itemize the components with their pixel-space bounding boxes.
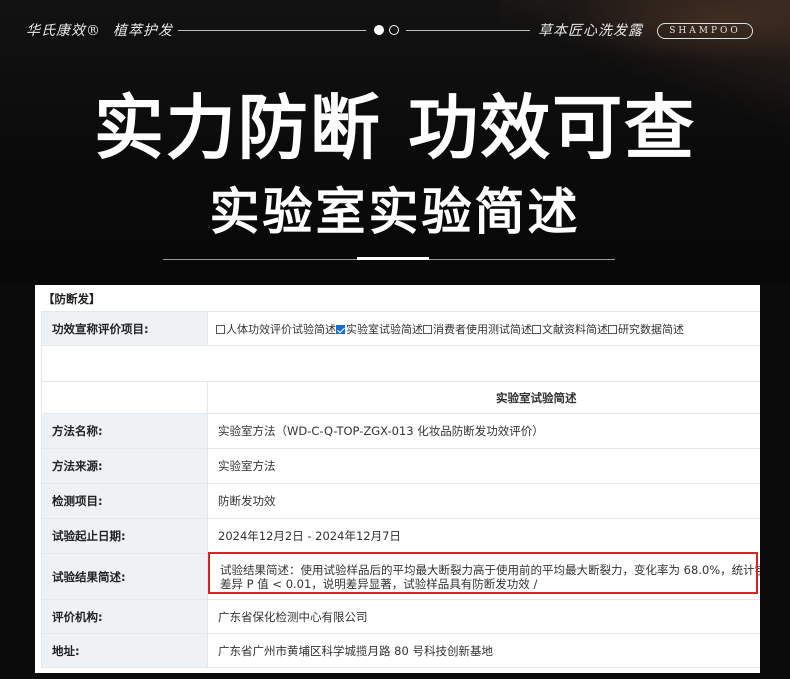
- checkbox-unchecked-icon[interactable]: [532, 324, 541, 334]
- spacer-cell: [41, 345, 760, 382]
- claim-label: 功效宣称评价项目:: [41, 311, 208, 346]
- table-row-section: 实验室试验简述: [41, 381, 760, 414]
- table-row: 方法名称: 实验室方法（WD-C-Q-TOP-ZGX-013 化妆品防断发功效评…: [41, 413, 760, 449]
- claim-option-3[interactable]: 文献资料简述: [532, 323, 608, 336]
- top-rule-right: [406, 30, 530, 31]
- claim-option-label: 文献资料简述: [542, 322, 608, 336]
- checkbox-unchecked-icon[interactable]: [423, 324, 432, 334]
- table-row: 评价机构: 广东省保化检测中心有限公司: [41, 599, 760, 634]
- report-title: 【防断发】: [43, 292, 101, 306]
- row-value-method: 实验室方法（WD-C-Q-TOP-ZGX-013 化妆品防断发功效评价）: [207, 413, 760, 449]
- row-label-dates: 试验起止日期:: [41, 518, 208, 554]
- claim-option-1[interactable]: 实验室试验简述: [336, 323, 423, 336]
- table-row: 地址: 广东省广州市黄埔区科学城揽月路 80 号科技创新基地: [41, 633, 760, 668]
- row-value-org: 广东省保化检测中心有限公司: [207, 599, 760, 634]
- checkbox-checked-icon[interactable]: [336, 324, 345, 334]
- shampoo-badge: SHAMPOO: [657, 23, 753, 39]
- row-label-address: 地址:: [41, 633, 208, 668]
- row-value-address: 广东省广州市黄埔区科学城揽月路 80 号科技创新基地: [207, 633, 760, 668]
- row-value-source: 实验室方法: [207, 448, 760, 484]
- page-headline: 实力防断 功效可查: [93, 86, 697, 169]
- row-value-item: 防断发功效: [207, 483, 760, 519]
- section-title: 实验室试验简述: [207, 381, 760, 414]
- checkbox-unchecked-icon[interactable]: [216, 324, 225, 334]
- row-label-result: 试验结果简述:: [41, 553, 208, 600]
- pager-dot-inactive-icon[interactable]: [389, 25, 399, 35]
- claim-option-label: 消费者使用测试简述: [433, 322, 532, 336]
- brand-right: 草本匠心洗发露: [538, 23, 643, 39]
- row-label-method: 方法名称:: [41, 413, 208, 449]
- claim-option-label: 人体功效评价试验简述: [226, 322, 336, 336]
- row-label-org: 评价机构:: [41, 599, 208, 634]
- section-left-cell: [41, 381, 208, 414]
- table-row: 检测项目: 防断发功效: [41, 483, 760, 519]
- result-highlight-box: [208, 552, 758, 594]
- brand-left: 华氏康效® 植萃护发: [26, 20, 173, 40]
- table-row-spacer: [41, 345, 760, 382]
- brand-left-name: 华氏康效®: [26, 23, 101, 39]
- headline-divider-accent: [357, 257, 429, 260]
- claim-option-4[interactable]: 研究数据简述: [608, 323, 684, 336]
- claim-option-0[interactable]: 人体功效评价试验简述: [216, 323, 336, 336]
- table-row: 方法来源: 实验室方法: [41, 448, 760, 484]
- claim-options: 人体功效评价试验简述 实验室试验简述 消费者使用测试简述 文献资料简述 研究数据简述: [207, 311, 760, 346]
- claim-option-2[interactable]: 消费者使用测试简述: [423, 323, 532, 336]
- page-subheadline: 实验室实验简述: [209, 182, 581, 241]
- pager-dot-active-icon[interactable]: [374, 25, 384, 35]
- claim-option-label: 研究数据简述: [618, 322, 684, 336]
- row-label-source: 方法来源:: [41, 448, 208, 484]
- checkbox-unchecked-icon[interactable]: [608, 324, 617, 334]
- hero-banner: 华氏康效® 植萃护发 草本匠心洗发露 SHAMPOO 实力防断 功效可查 实验室实…: [0, 0, 790, 285]
- table-row: 试验起止日期: 2024年12月2日 - 2024年12月7日: [41, 518, 760, 554]
- brand-left-tag: 植萃护发: [113, 23, 173, 39]
- report-document: 【防断发】 功效宣称评价项目: 人体功效评价试验简述 实验室试验简述 消费者使用测试…: [35, 285, 760, 673]
- report-table: 功效宣称评价项目: 人体功效评价试验简述 实验室试验简述 消费者使用测试简述 文献资料…: [41, 311, 760, 668]
- row-value-dates: 2024年12月2日 - 2024年12月7日: [207, 518, 760, 554]
- top-rule-left: [178, 30, 366, 31]
- table-row-claim: 功效宣称评价项目: 人体功效评价试验简述 实验室试验简述 消费者使用测试简述 文献资料…: [41, 311, 760, 346]
- claim-option-label: 实验室试验简述: [346, 322, 423, 336]
- row-label-item: 检测项目:: [41, 483, 208, 519]
